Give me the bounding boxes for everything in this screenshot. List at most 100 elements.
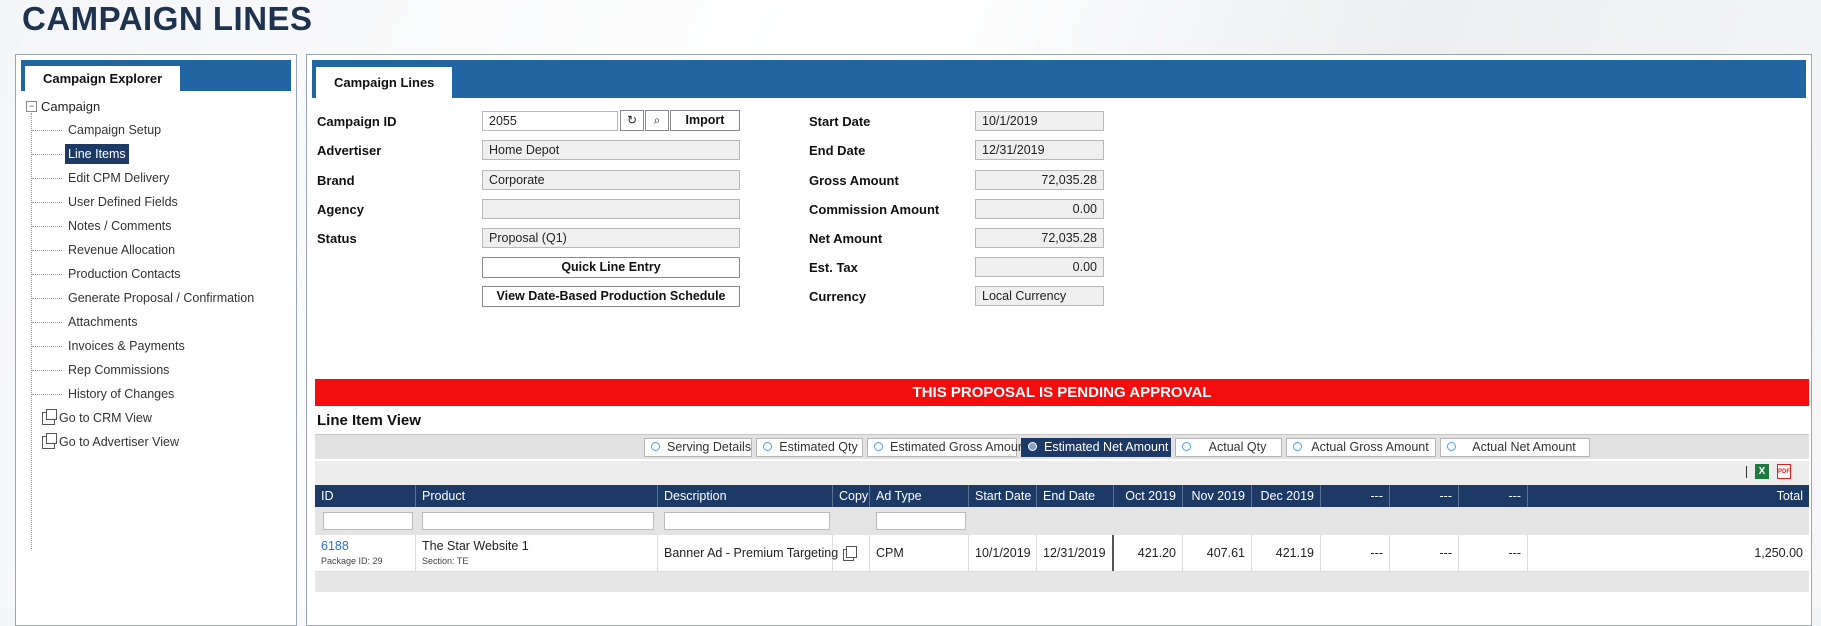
page-title: CAMPAIGN LINES [22, 0, 313, 37]
campaign-id-field[interactable]: 2055 [482, 111, 618, 131]
view-options-bar: Serving Details Estimated Qty Estimated … [315, 434, 1809, 459]
cell-nov-2019: 407.61 [1183, 535, 1252, 571]
cell-month-4: --- [1321, 535, 1390, 571]
package-id: Package ID: 29 [321, 556, 383, 566]
import-button[interactable]: Import [670, 110, 740, 131]
radio-icon [1182, 442, 1191, 451]
radio-icon [1447, 442, 1456, 451]
quick-line-entry-button[interactable]: Quick Line Entry [482, 257, 740, 278]
excel-export-icon[interactable]: X [1755, 464, 1769, 479]
go-to-crm-view-link[interactable]: Go to CRM View [42, 408, 152, 428]
search-icon[interactable]: ⌕ [645, 110, 669, 131]
campaign-explorer-panel: Campaign Explorer − Campaign Campaign Se… [15, 54, 297, 626]
cell-description: Banner Ad - Premium Targeting [658, 535, 838, 571]
net-amount-field: 72,035.28 [975, 228, 1104, 248]
col-header-start-date[interactable]: Start Date [969, 485, 1037, 507]
option-serving-details[interactable]: Serving Details [644, 438, 752, 457]
collapse-icon[interactable]: − [26, 101, 37, 112]
filter-id-input[interactable] [323, 512, 413, 530]
view-production-schedule-button[interactable]: View Date-Based Production Schedule [482, 286, 740, 307]
col-header-dec-2019[interactable]: Dec 2019 [1252, 485, 1321, 507]
campaign-id-label: Campaign ID [317, 114, 397, 129]
filter-description-input[interactable] [664, 512, 830, 530]
option-actual-net-amount[interactable]: Actual Net Amount [1440, 438, 1590, 457]
cell-id: 6188 Package ID: 29 [315, 535, 416, 571]
col-header-nov-2019[interactable]: Nov 2019 [1183, 485, 1252, 507]
net-amount-label: Net Amount [809, 231, 883, 246]
table-row-partial [315, 572, 1809, 592]
option-actual-qty[interactable]: Actual Qty [1175, 438, 1282, 457]
col-header-id[interactable]: ID [315, 485, 416, 507]
cell-oct-2019: 421.20 [1112, 535, 1183, 571]
agency-label: Agency [317, 202, 364, 217]
tree-item-notes-comments[interactable]: Notes / Comments [32, 216, 175, 236]
cell-ad-type: CPM [870, 535, 969, 571]
tree-item-edit-cpm-delivery[interactable]: Edit CPM Delivery [31, 168, 172, 188]
cell-end-date: 12/31/2019 [1037, 535, 1114, 571]
tree-item-generate-proposal[interactable]: Generate Proposal / Confirmation [31, 288, 257, 308]
cell-copy [833, 535, 870, 571]
tab-campaign-explorer[interactable]: Campaign Explorer [25, 66, 181, 91]
brand-label: Brand [317, 173, 355, 188]
go-to-advertiser-view-label: Go to Advertiser View [59, 435, 179, 449]
refresh-icon[interactable]: ↻ [620, 110, 644, 131]
col-header-month-6[interactable]: --- [1459, 485, 1528, 507]
radio-icon [874, 442, 883, 451]
filter-product-input[interactable] [422, 512, 654, 530]
tree-item-line-items[interactable]: Line Items [32, 144, 129, 164]
pending-approval-banner: THIS PROPOSAL IS PENDING APPROVAL [315, 379, 1809, 406]
tree-root-campaign[interactable]: − Campaign [26, 99, 100, 114]
tree-item-user-defined-fields[interactable]: User Defined Fields [32, 192, 181, 212]
tab-campaign-lines[interactable]: Campaign Lines [316, 67, 453, 98]
col-header-month-4[interactable]: --- [1321, 485, 1390, 507]
start-date-field: 10/1/2019 [975, 111, 1104, 131]
option-estimated-qty[interactable]: Estimated Qty [756, 438, 863, 457]
tree-item-rep-commissions[interactable]: Rep Commissions [31, 360, 172, 380]
col-header-end-date[interactable]: End Date [1037, 485, 1114, 507]
col-header-product[interactable]: Product [416, 485, 658, 507]
agency-field [482, 199, 740, 219]
tree-item-attachments[interactable]: Attachments [31, 312, 140, 332]
cell-month-5: --- [1390, 535, 1459, 571]
end-date-label: End Date [809, 143, 866, 158]
tree-item-invoices-payments[interactable]: Invoices & Payments [32, 336, 188, 356]
option-estimated-net-amount[interactable]: Estimated Net Amount [1021, 438, 1171, 457]
col-header-copy[interactable]: Copy [833, 485, 870, 507]
col-header-description[interactable]: Description [658, 485, 833, 507]
grid-filter-row [315, 507, 1809, 535]
go-to-advertiser-view-link[interactable]: Go to Advertiser View [42, 432, 179, 452]
col-header-ad-type[interactable]: Ad Type [870, 485, 969, 507]
radio-icon [1028, 442, 1037, 451]
end-date-field: 12/31/2019 [975, 140, 1104, 160]
pdf-export-icon[interactable]: PDF [1777, 464, 1791, 479]
go-to-crm-view-label: Go to CRM View [59, 411, 152, 425]
col-header-total[interactable]: Total [1528, 485, 1809, 507]
tree-item-history-of-changes[interactable]: History of Changes [31, 384, 177, 404]
radio-icon [1293, 442, 1302, 451]
tree-item-revenue-allocation[interactable]: Revenue Allocation [31, 240, 178, 260]
line-item-id-link[interactable]: 6188 [321, 538, 349, 554]
est-tax-label: Est. Tax [809, 260, 858, 275]
advertiser-field: Home Depot [482, 140, 740, 160]
filter-ad-type-input[interactable] [876, 512, 966, 530]
option-label: Serving Details [667, 440, 752, 454]
tree-item-production-contacts[interactable]: Production Contacts [32, 264, 184, 284]
tree-item-campaign-setup[interactable]: Campaign Setup [31, 120, 164, 140]
option-actual-gross-amount[interactable]: Actual Gross Amount [1286, 438, 1436, 457]
table-row[interactable]: 6188 Package ID: 29 The Star Website 1 S… [315, 535, 1809, 572]
col-header-month-5[interactable]: --- [1390, 485, 1459, 507]
option-label: Estimated Gross Amount [890, 440, 1029, 454]
cell-product: The Star Website 1 Section: TE [416, 535, 658, 571]
status-label: Status [317, 231, 357, 246]
option-label: Estimated Net Amount [1044, 440, 1169, 454]
option-estimated-gross-amount[interactable]: Estimated Gross Amount [867, 438, 1029, 457]
option-label: Actual Qty [1208, 440, 1267, 454]
gross-amount-field: 72,035.28 [975, 170, 1104, 190]
col-header-oct-2019[interactable]: Oct 2019 [1114, 485, 1183, 507]
grid-header: ID Product Description Copy Ad Type Star… [315, 485, 1809, 507]
copy-icon[interactable] [845, 546, 857, 558]
radio-icon [763, 442, 772, 451]
status-field: Proposal (Q1) [482, 228, 740, 248]
product-name: The Star Website 1 [422, 539, 529, 553]
est-tax-field: 0.00 [975, 257, 1104, 277]
